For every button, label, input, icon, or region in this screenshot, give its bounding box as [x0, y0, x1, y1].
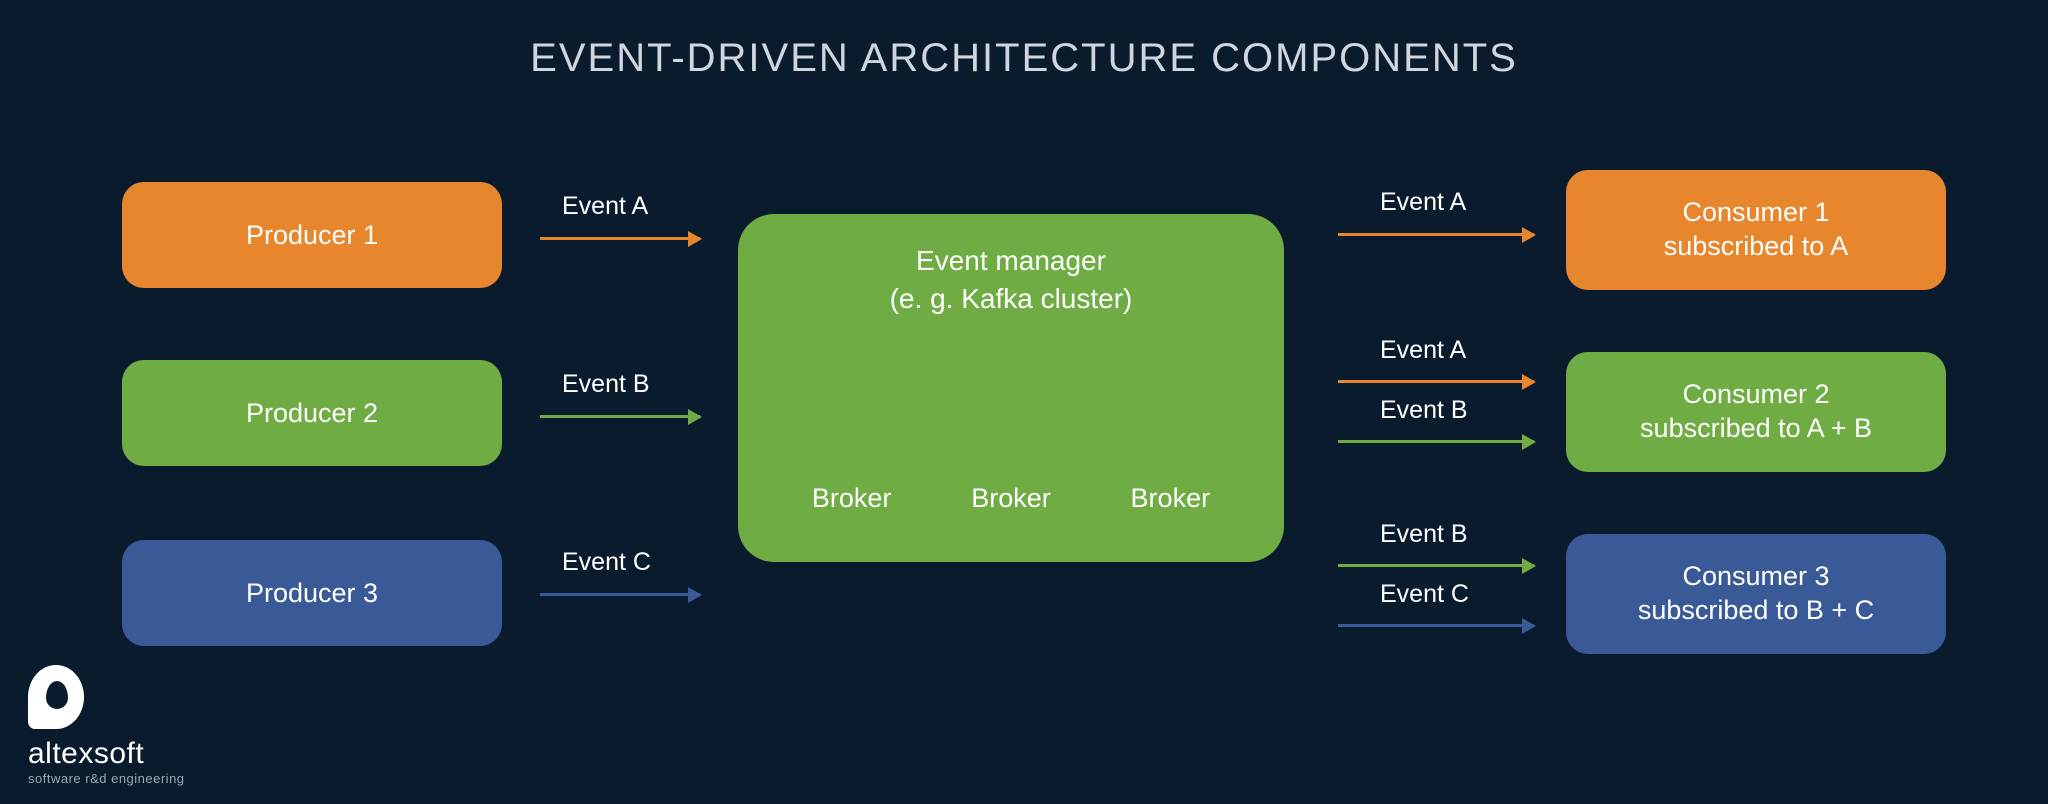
brand-logo: altexsoft software r&d engineering: [28, 665, 185, 786]
event-b-left-label: Event B: [562, 370, 650, 399]
arrow-c3-b: [1338, 564, 1534, 567]
producer-3-box: Producer 3: [122, 540, 502, 646]
consumer-1-l1: Consumer 1: [1682, 196, 1829, 230]
event-a-left-label: Event A: [562, 192, 648, 221]
broker-3: Broker: [1131, 483, 1211, 514]
consumer-1-box: Consumer 1 subscribed to A: [1566, 170, 1946, 290]
arrow-c3-c: [1338, 624, 1534, 627]
arrow-c2-a: [1338, 380, 1534, 383]
producer-1-label: Producer 1: [246, 220, 378, 251]
producer-3-label: Producer 3: [246, 578, 378, 609]
logo-name: altexsoft: [28, 737, 185, 771]
arrow-producer1: [540, 237, 700, 240]
producer-1-box: Producer 1: [122, 182, 502, 288]
consumer-3-l1: Consumer 3: [1682, 560, 1829, 594]
arrow-producer3: [540, 593, 700, 596]
arrow-c1-a: [1338, 233, 1534, 236]
event-a-c1-label: Event A: [1380, 188, 1466, 217]
broker-1: Broker: [812, 483, 892, 514]
broker-row: Broker Broker Broker: [738, 483, 1284, 514]
event-manager-title: Event manager (e. g. Kafka cluster): [738, 242, 1284, 318]
arrow-c2-b: [1338, 440, 1534, 443]
consumer-3-box: Consumer 3 subscribed to B + C: [1566, 534, 1946, 654]
logo-tagline: software r&d engineering: [28, 771, 185, 786]
manager-title-l2: (e. g. Kafka cluster): [890, 283, 1133, 314]
consumer-3-l2: subscribed to B + C: [1638, 594, 1874, 628]
consumer-2-l2: subscribed to A + B: [1640, 412, 1872, 446]
event-b-c2-label: Event B: [1380, 396, 1468, 425]
event-b-c3-label: Event B: [1380, 520, 1468, 549]
consumer-1-l2: subscribed to A: [1664, 230, 1849, 264]
event-c-c3-label: Event C: [1380, 580, 1469, 609]
broker-2: Broker: [971, 483, 1051, 514]
consumer-2-l1: Consumer 2: [1682, 378, 1829, 412]
arrow-producer2: [540, 415, 700, 418]
event-c-left-label: Event C: [562, 548, 651, 577]
event-a-c2-label: Event A: [1380, 336, 1466, 365]
diagram-title: EVENT-DRIVEN ARCHITECTURE COMPONENTS: [0, 36, 2048, 81]
producer-2-box: Producer 2: [122, 360, 502, 466]
logo-mark-icon: [28, 665, 84, 729]
event-manager-box: Event manager (e. g. Kafka cluster) Brok…: [738, 214, 1284, 562]
consumer-2-box: Consumer 2 subscribed to A + B: [1566, 352, 1946, 472]
producer-2-label: Producer 2: [246, 398, 378, 429]
manager-title-l1: Event manager: [916, 245, 1106, 276]
